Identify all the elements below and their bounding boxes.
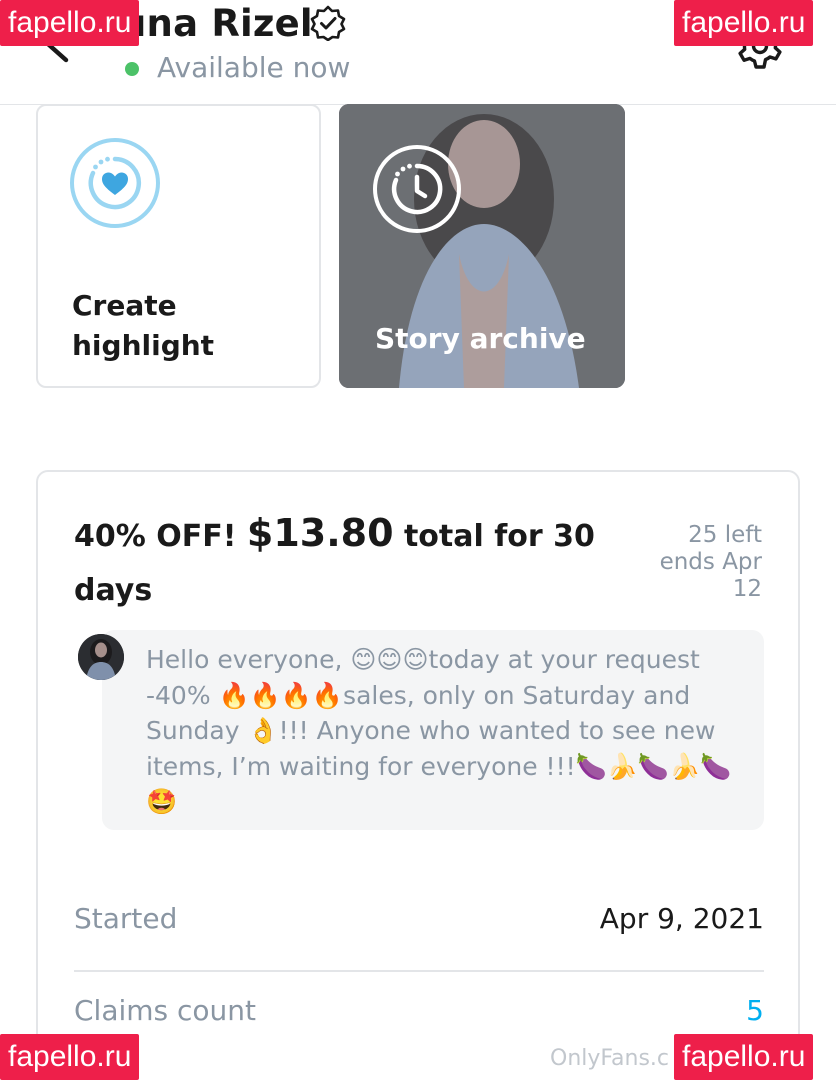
promo-message-text: Hello everyone, 😊😊😊today at your request… bbox=[146, 645, 732, 816]
online-status-dot bbox=[125, 62, 139, 76]
create-highlight-label: Create highlight bbox=[72, 289, 215, 362]
availability-status: Available now bbox=[157, 51, 351, 84]
watermark-badge-bottom-right: fapello.ru bbox=[674, 1034, 814, 1080]
started-row: Started Apr 9, 2021 bbox=[74, 902, 764, 962]
promo-meta: 25 left ends Apr 12 bbox=[642, 522, 762, 603]
onlyfans-watermark-text: OnlyFans.c bbox=[550, 1046, 670, 1071]
profile-name: una Rizel bbox=[120, 2, 313, 45]
claims-count-row: Claims count 5 bbox=[74, 994, 764, 1054]
watermark-badge-top-right: fapello.ru bbox=[674, 0, 814, 46]
avatar[interactable] bbox=[78, 634, 124, 680]
promo-price: $13.80 bbox=[246, 511, 394, 555]
promo-left-count: 25 left bbox=[688, 522, 762, 548]
promo-message-bubble: Hello everyone, 😊😊😊today at your request… bbox=[102, 630, 764, 830]
claims-count-value[interactable]: 5 bbox=[746, 994, 764, 1027]
verified-badge-icon bbox=[310, 5, 346, 41]
watermark-badge-top-left: fapello.ru bbox=[0, 0, 140, 46]
clock-archive-icon bbox=[373, 145, 461, 233]
promo-discount-label: 40% OFF! bbox=[74, 519, 247, 554]
create-highlight-card[interactable]: Create highlight bbox=[36, 104, 321, 388]
subscription-promo-card: 40% OFF! $13.80 total for 30 days 25 lef… bbox=[36, 470, 800, 1080]
divider bbox=[74, 970, 764, 972]
story-archive-card[interactable]: Story archive bbox=[339, 104, 625, 388]
story-archive-label: Story archive bbox=[375, 322, 586, 355]
watermark-badge-bottom-left: fapello.ru bbox=[0, 1034, 140, 1080]
started-label: Started bbox=[74, 902, 178, 935]
promo-end-date: ends Apr 12 bbox=[659, 549, 762, 602]
heart-highlight-icon bbox=[70, 138, 160, 228]
claims-count-label: Claims count bbox=[74, 994, 257, 1027]
promo-title: 40% OFF! $13.80 total for 30 days bbox=[74, 506, 634, 618]
started-value: Apr 9, 2021 bbox=[599, 902, 764, 935]
